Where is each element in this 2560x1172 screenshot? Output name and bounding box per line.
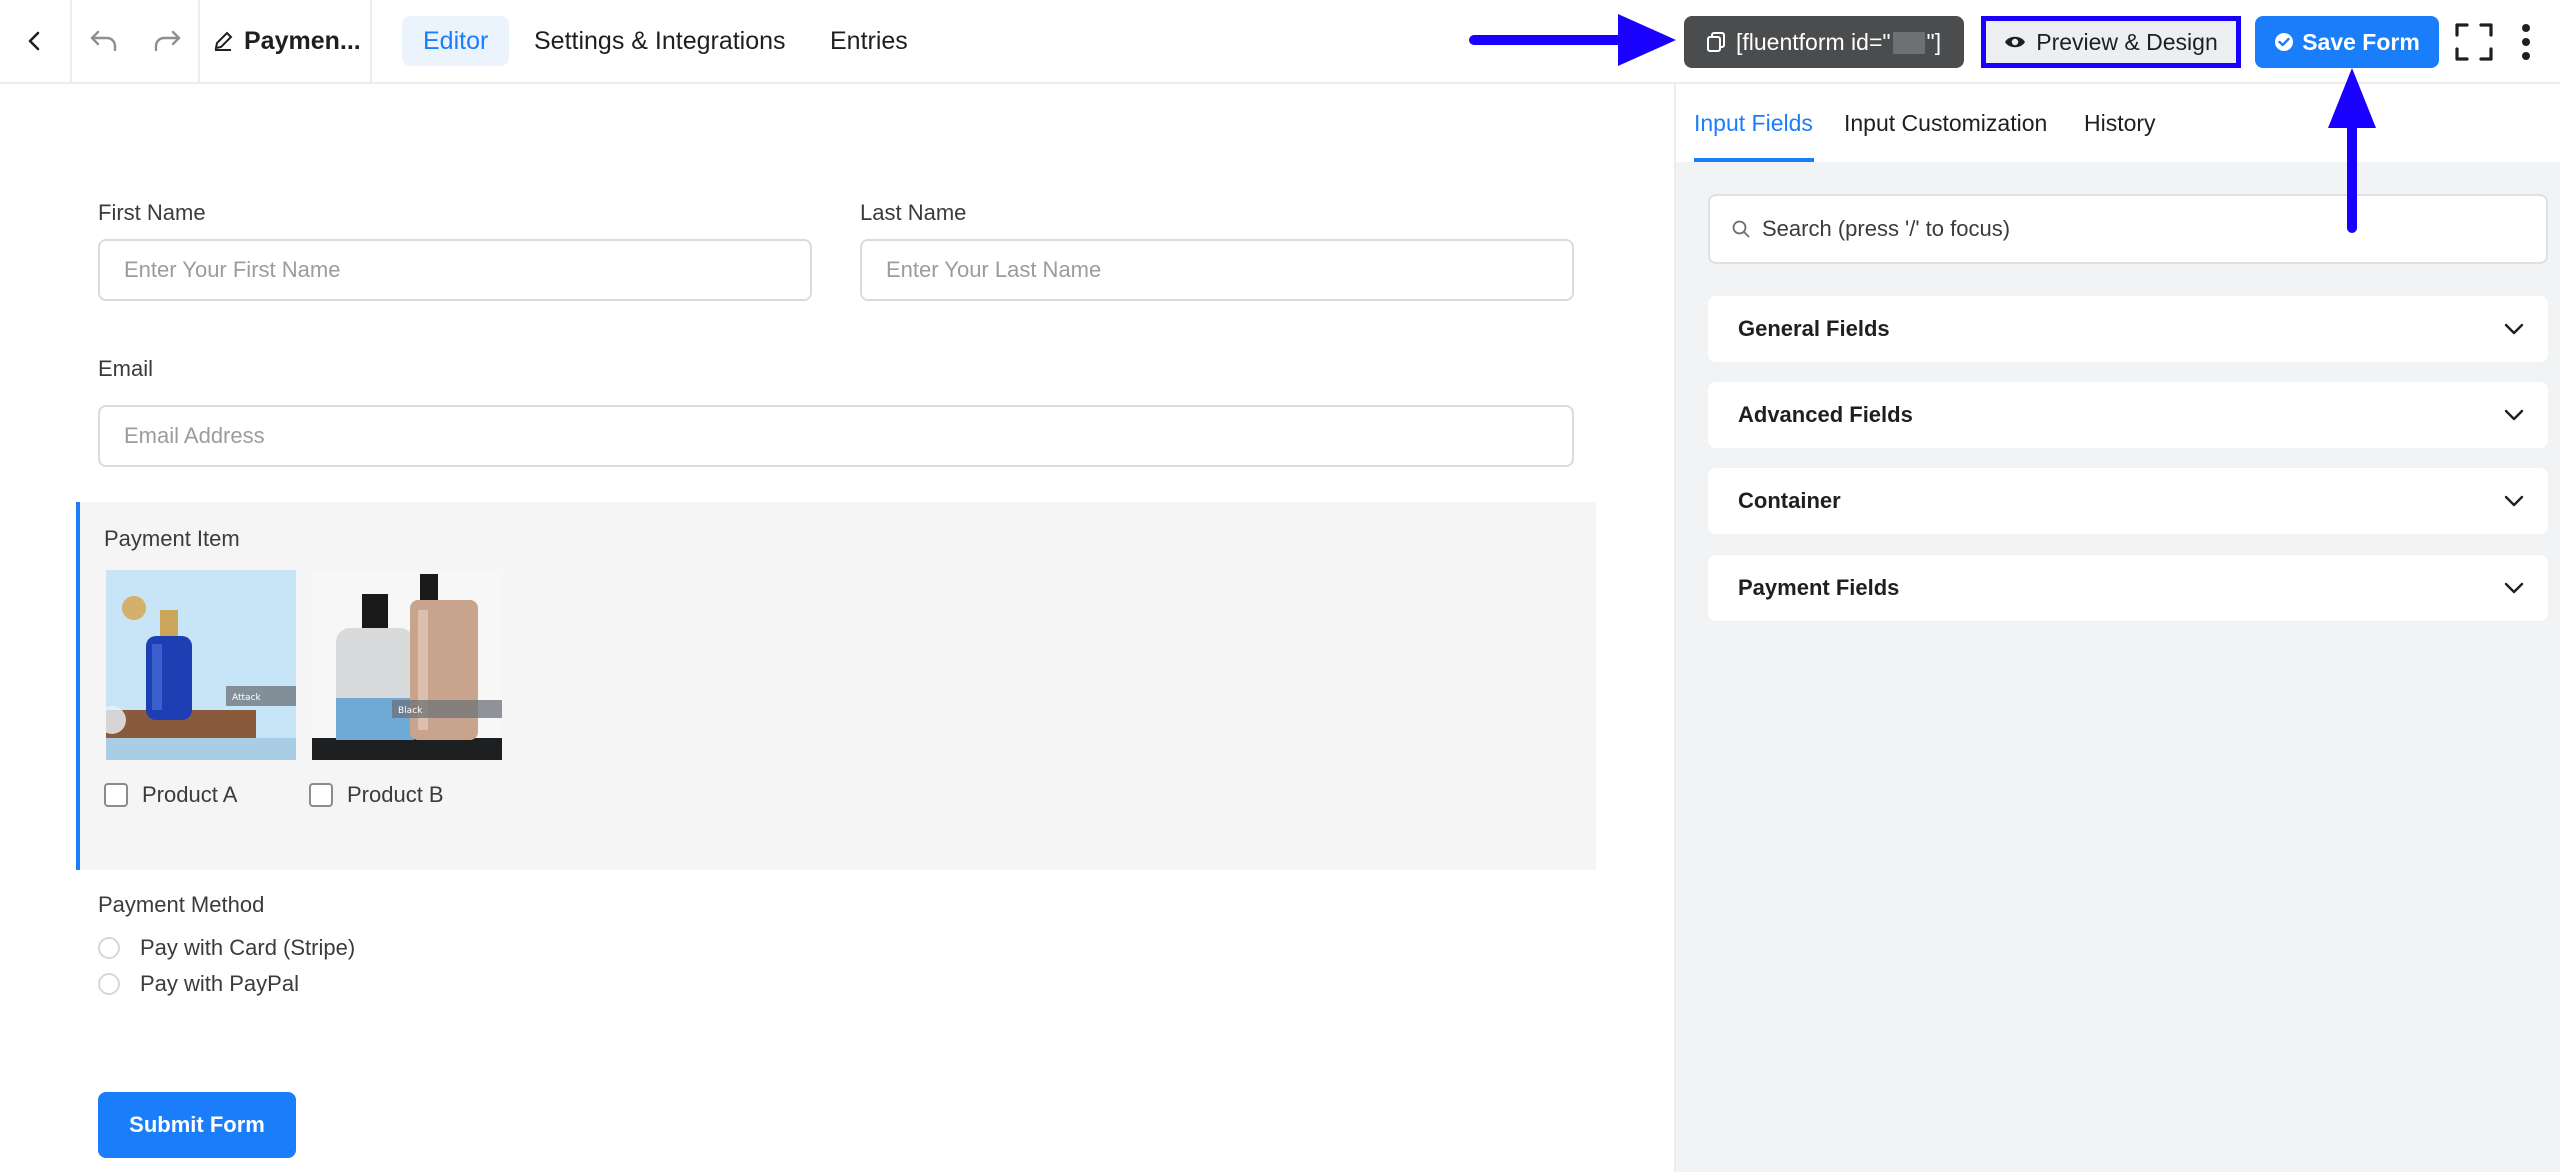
payment-method-paypal-option[interactable]: Pay with PayPal: [98, 971, 299, 997]
submit-form-button[interactable]: Submit Form: [98, 1092, 296, 1158]
container-section[interactable]: Container: [1708, 468, 2548, 534]
sidebar-tabs: Input Fields Input Customization History: [1676, 84, 2560, 162]
form-title-text: Paymen...: [244, 26, 361, 55]
payment-method-label: Payment Method: [98, 892, 265, 917]
more-options-button[interactable]: [2512, 20, 2540, 64]
chevron-down-icon: [2504, 323, 2524, 335]
chevron-down-icon: [2504, 582, 2524, 594]
shortcode-prefix: [fluentform id=": [1736, 28, 1891, 55]
redo-icon: [154, 30, 181, 52]
svg-text:Attack: Attack: [232, 693, 262, 703]
last-name-label: Last Name: [860, 200, 967, 225]
product-b-label: Product B: [347, 782, 444, 807]
search-icon: [1732, 220, 1750, 238]
paypal-radio[interactable]: [98, 973, 120, 995]
product-a-label: Product A: [142, 782, 238, 807]
back-icon: [28, 31, 40, 51]
general-fields-label: General Fields: [1738, 316, 1890, 341]
preview-design-label: Preview & Design: [2036, 28, 2218, 55]
tab-settings-integrations[interactable]: Settings & Integrations: [513, 16, 807, 66]
payment-item-field[interactable]: Payment Item Attack Black Product A Prod…: [76, 502, 1596, 870]
product-a-checkbox[interactable]: [104, 783, 128, 807]
general-fields-section[interactable]: General Fields: [1708, 296, 2548, 362]
tab-input-customization[interactable]: Input Customization: [1844, 110, 2047, 137]
form-title[interactable]: Paymen...: [200, 0, 372, 82]
copy-icon: [1707, 32, 1725, 52]
search-placeholder: Search (press '/' to focus): [1762, 216, 2011, 241]
check-circle-icon: [2275, 33, 2294, 51]
tab-editor[interactable]: Editor: [402, 16, 510, 66]
undo-icon: [90, 30, 117, 52]
payment-method-stripe-option[interactable]: Pay with Card (Stripe): [98, 935, 355, 961]
stripe-label: Pay with Card (Stripe): [140, 935, 356, 960]
edit-icon: [214, 31, 233, 51]
chevron-down-icon: [2504, 495, 2524, 507]
product-a-option[interactable]: Product A: [104, 782, 237, 808]
tab-entries[interactable]: Entries: [809, 16, 929, 66]
payment-item-label: Payment Item: [104, 526, 240, 551]
shortcode-copy-button[interactable]: [fluentform id=" "]: [1684, 16, 1964, 68]
tab-history[interactable]: History: [2084, 110, 2156, 137]
top-bar: Paymen... Editor Settings & Integrations…: [0, 0, 2560, 84]
product-b-option[interactable]: Product B: [309, 782, 444, 808]
advanced-fields-label: Advanced Fields: [1738, 402, 1913, 427]
save-form-button[interactable]: Save Form: [2255, 16, 2439, 68]
product-b-image: Black: [312, 570, 502, 760]
form-canvas: First Name Enter Your First Name Last Na…: [0, 84, 1674, 1172]
shortcode-text: [fluentform id=" "]: [1736, 29, 1941, 56]
eye-icon: [2005, 36, 2026, 48]
first-name-label: First Name: [98, 200, 206, 225]
preview-design-button[interactable]: Preview & Design: [1981, 16, 2241, 68]
tab-input-fields[interactable]: Input Fields: [1694, 110, 1813, 137]
redacted-id: [1892, 32, 1925, 55]
advanced-fields-section[interactable]: Advanced Fields: [1708, 382, 2548, 448]
product-a-image: Attack: [106, 570, 296, 760]
payment-fields-label: Payment Fields: [1738, 575, 1900, 600]
first-name-input[interactable]: Enter Your First Name: [98, 239, 812, 301]
shortcode-suffix: "]: [1926, 28, 1942, 55]
fields-sidebar: Input Fields Input Customization History…: [1674, 84, 2560, 1172]
payment-fields-section[interactable]: Payment Fields: [1708, 555, 2548, 621]
fullscreen-button[interactable]: [2454, 22, 2494, 62]
email-input[interactable]: Email Address: [98, 405, 1574, 467]
field-search-input[interactable]: Search (press '/' to focus): [1708, 194, 2548, 264]
save-form-label: Save Form: [2302, 28, 2420, 55]
product-b-checkbox[interactable]: [309, 783, 333, 807]
undo-button[interactable]: [72, 0, 136, 82]
paypal-label: Pay with PayPal: [140, 971, 299, 996]
container-label: Container: [1738, 488, 1841, 513]
svg-text:Black: Black: [398, 706, 423, 716]
active-tab-indicator: [1694, 158, 1814, 162]
last-name-input[interactable]: Enter Your Last Name: [860, 239, 1574, 301]
stripe-radio[interactable]: [98, 937, 120, 959]
back-button[interactable]: [0, 0, 72, 82]
email-label: Email: [98, 356, 154, 381]
fullscreen-icon: [2455, 23, 2493, 61]
chevron-down-icon: [2504, 409, 2524, 421]
more-vertical-icon: [2522, 24, 2530, 60]
redo-button[interactable]: [136, 0, 200, 82]
